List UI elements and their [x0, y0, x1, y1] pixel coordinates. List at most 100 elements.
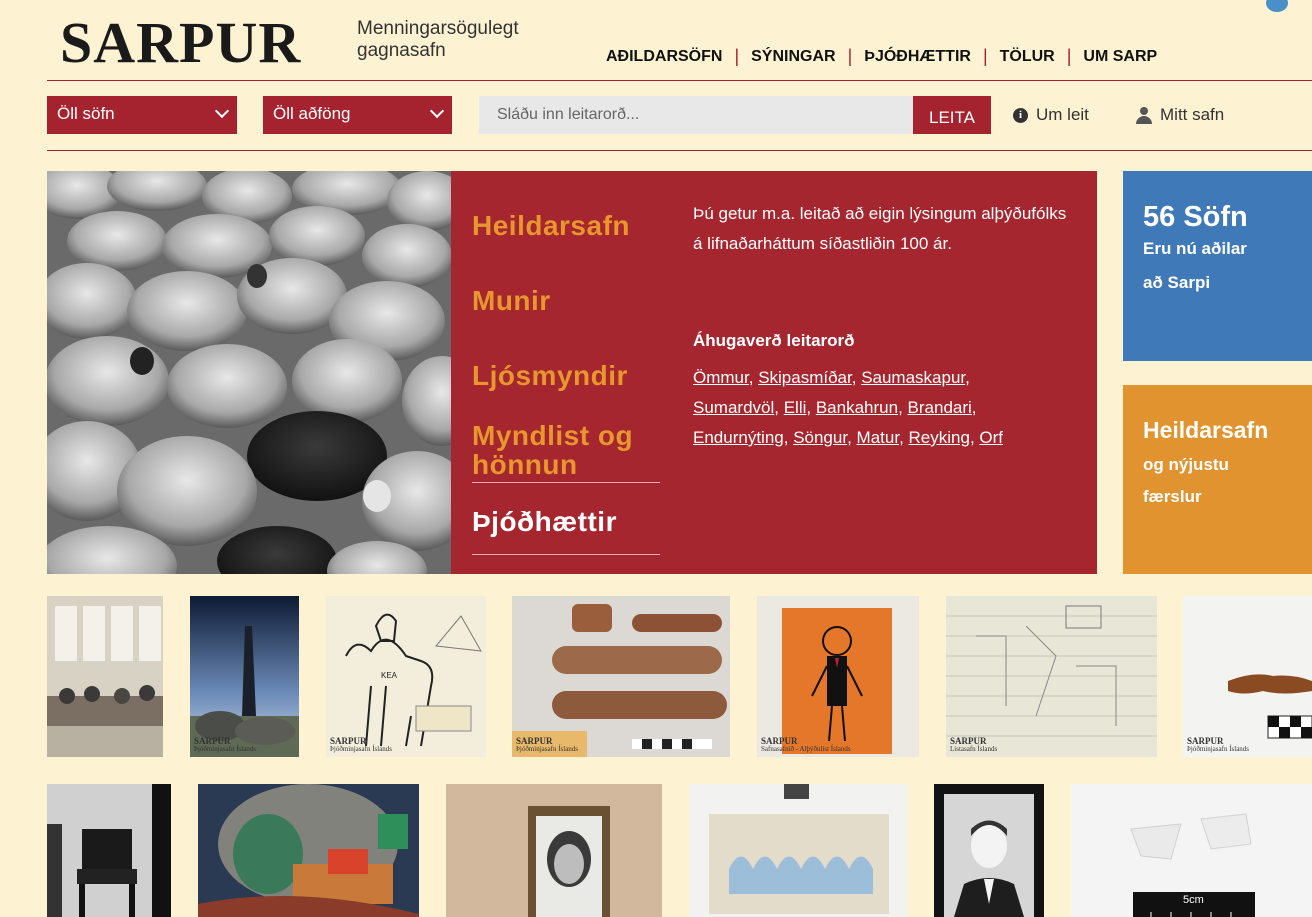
keywords-heading: Áhugaverð leitarorð — [693, 331, 855, 350]
keyword-link[interactable]: Reyking — [909, 428, 970, 447]
keyword-separator: , — [851, 368, 862, 387]
watermark: SARPUR Þjóðminjasafn Íslands — [330, 736, 393, 754]
keyword-link[interactable]: Brandari — [908, 398, 972, 417]
thumbnail-watercolor-arches[interactable] — [689, 784, 907, 917]
keyword-link[interactable]: Ömmur — [693, 368, 749, 387]
site-tagline: Menningarsögulegt gagnasafn — [357, 18, 519, 62]
keyword-separator: , — [898, 398, 908, 417]
nav-separator: | — [847, 46, 853, 66]
keyword-separator: , — [847, 428, 857, 447]
nav-um-sarp[interactable]: UM SARP — [1083, 48, 1157, 66]
header-divider — [47, 80, 1312, 81]
chair-photo — [47, 784, 171, 917]
keyword-separator: , — [965, 368, 970, 387]
members-count: 56 Söfn — [1143, 201, 1248, 233]
keyword-separator: , — [969, 428, 980, 447]
all-collection-box[interactable]: Heildarsafn og nýjustu færslur — [1123, 385, 1312, 574]
keyword-link[interactable]: Skipasmíðar — [758, 368, 852, 387]
keyword-link[interactable]: Söngur — [793, 428, 847, 447]
chevron-down-icon — [429, 103, 445, 119]
watermark: SARPUR Þjóðminjasafn Íslands — [1187, 736, 1250, 754]
museum-select-value: Öll söfn — [57, 104, 115, 123]
category-thjodhaettir[interactable]: Þjóðhættir — [472, 507, 617, 537]
keyword-separator: , — [899, 428, 909, 447]
watermark: SARPUR Þjóðminjasafn Íslands — [516, 736, 579, 754]
keywords-list: Ömmur, Skipasmíðar, Saumaskapur, Sumardv… — [693, 363, 1083, 453]
category-heildarsafn[interactable]: Heildarsafn — [472, 211, 630, 241]
search-divider — [47, 150, 1312, 151]
meeting-photo — [47, 596, 163, 757]
keyword-link[interactable]: Saumaskapur — [861, 368, 965, 387]
rusty-object-photo — [1183, 596, 1312, 757]
thumbnail-glass-shards[interactable]: 5cm — [1071, 784, 1312, 917]
keyword-separator: , — [783, 428, 794, 447]
tagline-line-2: gagnasafn — [357, 40, 446, 61]
wooden-objects-photo — [512, 596, 730, 757]
thumbnail-painting-colorful[interactable] — [198, 784, 419, 917]
all-collection-line-1: og nýjustu — [1143, 455, 1229, 474]
thumbnail-portrait-man[interactable] — [934, 784, 1044, 917]
category-ljosmyndir[interactable]: Ljósmyndir — [472, 361, 628, 391]
keyword-link[interactable]: Sumardvöl — [693, 398, 774, 417]
nav-syningar[interactable]: SÝNINGAR — [751, 48, 835, 66]
keyword-link[interactable]: Elli — [784, 398, 807, 417]
thumbnail-orange-figure[interactable]: SARPUR Safnasafnið - Alþýðulist Íslands — [757, 596, 919, 757]
keyword-link[interactable]: Matur — [857, 428, 900, 447]
info-icon: i — [1013, 107, 1028, 123]
my-collection-label: Mitt safn — [1160, 105, 1225, 124]
keyword-link[interactable]: Endurnýting — [693, 428, 784, 447]
type-select[interactable]: Öll aðföng — [263, 96, 452, 134]
my-collection-link[interactable]: Mitt safn — [1136, 105, 1224, 125]
colorful-painting — [198, 784, 419, 917]
thumbnail-meeting-photo[interactable] — [47, 596, 163, 757]
type-select-value: Öll aðföng — [273, 104, 351, 123]
portrait-man-photo — [934, 784, 1044, 917]
keyword-separator: , — [971, 398, 977, 417]
camel-drawing: KEA — [326, 596, 486, 757]
sheep-photo — [47, 171, 451, 574]
watermark: SARPUR Safnasafnið - Alþýðulist Íslands — [761, 736, 851, 754]
category-munir[interactable]: Munir — [472, 286, 551, 316]
chevron-down-icon — [214, 103, 230, 119]
nav-thjodhaettir[interactable]: ÞJÓÐHÆTTIR — [864, 48, 971, 66]
search-help-link[interactable]: i Um leit — [1013, 105, 1089, 125]
stone-wall-photo — [190, 596, 299, 757]
keyword-separator: , — [806, 398, 816, 417]
nav-tolur[interactable]: TÖLUR — [1000, 48, 1055, 66]
watermark: SARPUR Listasafn Íslands — [950, 736, 998, 754]
thumbnail-camel-drawing[interactable]: KEA SARPUR Þjóðminjasafn Íslands — [326, 596, 486, 757]
members-line-1: Eru nú aðilar — [1143, 239, 1247, 258]
keyword-separator: , — [774, 398, 784, 417]
search-button[interactable]: LEITA — [913, 96, 991, 134]
museum-select[interactable]: Öll söfn — [47, 96, 237, 134]
keyword-link[interactable]: Bankahrun — [816, 398, 898, 417]
thumbnail-chair-photo[interactable] — [47, 784, 171, 917]
all-collection-title: Heildarsafn — [1143, 417, 1269, 443]
sketch-drawing — [946, 596, 1157, 757]
main-nav: AÐILDARSÖFN | SÝNINGAR | ÞJÓÐHÆTTIR | TÖ… — [606, 46, 1157, 67]
category-divider — [472, 554, 660, 555]
thumbnail-rusty-object[interactable]: SARPUR Þjóðminjasafn Íslands — [1183, 596, 1312, 757]
nav-adildarsofn[interactable]: AÐILDARSÖFN — [606, 48, 722, 66]
thumbnail-stone-wall[interactable]: SARPUR Þjóðminjasafn Íslands — [190, 596, 299, 757]
thumbnail-framed-portrait[interactable] — [446, 784, 662, 917]
keyword-link[interactable]: Orf — [979, 428, 1003, 447]
hero-intro-text: Þú getur m.a. leitað að eigin lýsingum a… — [693, 204, 1067, 253]
members-line-2: að Sarpi — [1143, 273, 1211, 292]
thumbnail-wooden-objects[interactable]: SARPUR Þjóðminjasafn Íslands — [512, 596, 730, 757]
page: SARPUR Menningarsögulegt gagnasafn AÐILD… — [0, 0, 1312, 917]
nav-separator: | — [734, 46, 740, 66]
framed-portrait-photo — [446, 784, 662, 917]
thumbnail-sketch-drawing[interactable]: SARPUR Listasafn Íslands — [946, 596, 1157, 757]
keyword-separator: , — [748, 368, 759, 387]
hero-image-sheep — [47, 171, 451, 574]
all-collection-line-2: færslur — [1143, 487, 1202, 506]
globe-icon[interactable] — [1266, 0, 1288, 12]
site-logo[interactable]: SARPUR — [60, 14, 301, 72]
category-myndlist[interactable]: Myndlist og hönnun — [472, 421, 662, 480]
members-box[interactable]: 56 Söfn Eru nú aðilar að Sarpi — [1123, 171, 1312, 361]
svg-text:KEA: KEA — [381, 671, 398, 680]
search-input[interactable] — [479, 96, 914, 134]
search-help-label: Um leit — [1036, 105, 1089, 124]
category-divider — [472, 482, 660, 483]
